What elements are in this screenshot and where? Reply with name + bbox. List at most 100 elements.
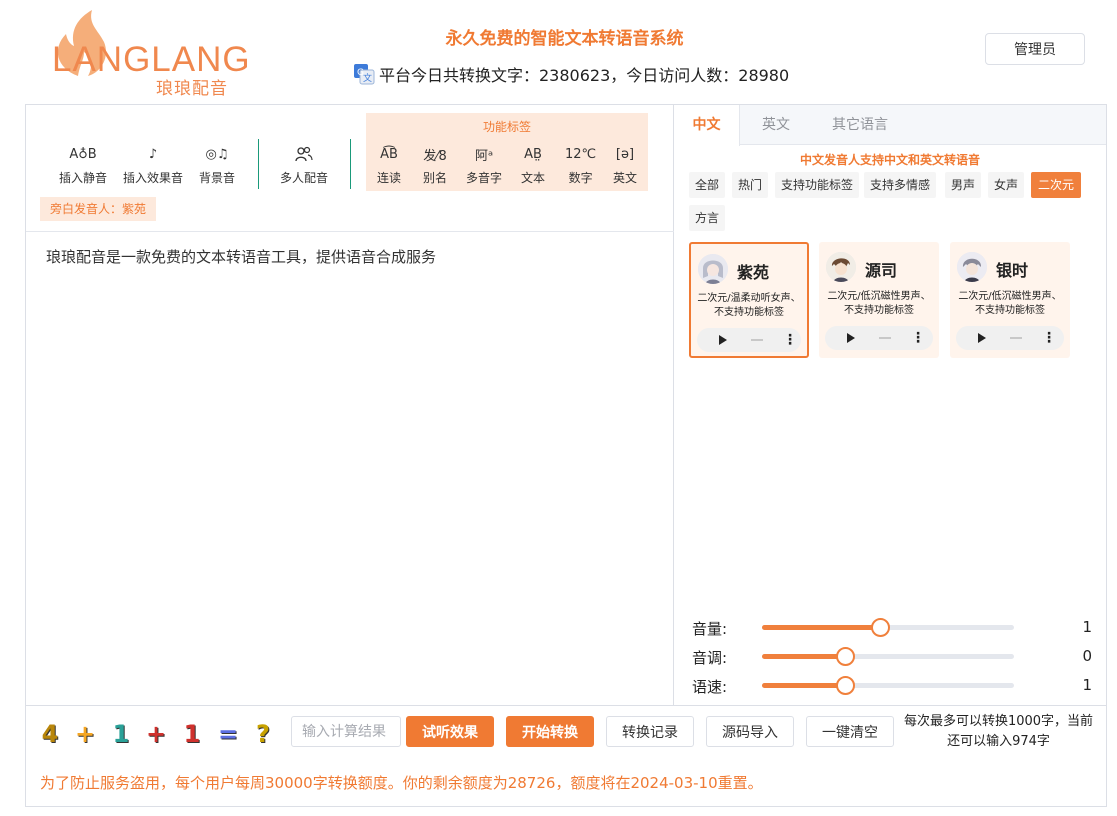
alias-icon: 发⁄8 [423, 148, 447, 164]
tool-label: 多人配音 [280, 171, 329, 185]
input-limit-note: 每次最多可以转换1000字，当前还可以输入974字 [903, 714, 1094, 749]
volume-slider-row: 音量: 1 [692, 616, 1092, 638]
tool-label: 多音字 [466, 171, 503, 185]
volume-slider[interactable] [762, 618, 1014, 637]
toolbar-divider [350, 139, 351, 189]
category-all[interactable]: 全部 [689, 172, 726, 198]
voice-name: 源司 [865, 261, 898, 280]
category-anime[interactable]: 二次元 [1031, 172, 1082, 198]
main-panel: A♁B 插入静音 ♪ 插入效果音 ◎♫ 背景音 多人配音 功能标签 A͡B 连读… [25, 104, 1107, 807]
tool-label: 英文 [613, 171, 638, 185]
speed-slider-row: 语速: 1 [692, 674, 1092, 696]
volume-thumb[interactable] [871, 618, 890, 637]
tab-other-languages[interactable]: 其它语言 [820, 105, 900, 145]
voice-name: 银时 [996, 261, 1029, 280]
english-icon: [ə] [615, 146, 635, 162]
number-icon: 12℃ [565, 146, 597, 162]
category-multi-emotion[interactable]: 支持多情感 [864, 172, 937, 198]
import-button[interactable]: 源码导入 [706, 716, 794, 747]
preview-button[interactable]: 试听效果 [406, 716, 494, 747]
text-tag-button[interactable]: AB̤ 文本 [521, 143, 545, 186]
captcha-digit-icon: 1 [183, 720, 201, 748]
history-button[interactable]: 转换记录 [606, 716, 694, 747]
number-tag-button[interactable]: 12℃ 数字 [565, 143, 596, 186]
progress-bar[interactable] [879, 337, 891, 339]
pitch-slider[interactable] [762, 647, 1014, 666]
progress-bar[interactable] [751, 339, 763, 341]
svg-text:文: 文 [363, 72, 372, 84]
background-music-icon: ◎♫ [205, 146, 229, 162]
voice-card[interactable]: 源司 二次元/低沉磁性男声、 不支持功能标签 ⋮ [819, 242, 939, 358]
english-tag-button[interactable]: [ə] 英文 [613, 143, 637, 186]
speed-thumb[interactable] [836, 676, 855, 695]
tool-label: 别名 [423, 171, 448, 185]
speed-label: 语速: [692, 678, 728, 696]
multi-speaker-button[interactable]: 多人配音 [280, 143, 328, 186]
page-title: 永久免费的智能文本转语音系统 [445, 29, 684, 49]
avatar [826, 252, 856, 282]
category-male[interactable]: 男声 [945, 172, 982, 198]
category-dialect[interactable]: 方言 [689, 205, 726, 231]
polyphone-tag-button[interactable]: 阿ᵃ 多音字 [466, 143, 502, 186]
captcha-digit-icon: 4 [41, 720, 59, 748]
liaison-icon: A͡B [380, 146, 398, 162]
tool-label: 连读 [377, 171, 402, 185]
pitch-thumb[interactable] [836, 647, 855, 666]
insert-silence-button[interactable]: A♁B 插入静音 [59, 143, 107, 186]
category-hot[interactable]: 热门 [732, 172, 769, 198]
editor-toolbar: A♁B 插入静音 ♪ 插入效果音 ◎♫ 背景音 多人配音 功能标签 A͡B 连读… [26, 105, 674, 232]
captcha-equals-icon: = [217, 720, 239, 748]
admin-button[interactable]: 管理员 [985, 33, 1085, 65]
voice-description: 二次元/低沉磁性男声、 不支持功能标签 [958, 291, 1062, 316]
more-options-icon[interactable]: ⋮ [783, 333, 797, 347]
clear-button[interactable]: 一键清空 [806, 716, 894, 747]
progress-bar[interactable] [1010, 337, 1022, 339]
play-icon[interactable] [978, 333, 986, 343]
function-tags-group: 功能标签 A͡B 连读 发⁄8 别名 阿ᵃ 多音字 AB̤ 文本 12℃ 数字 … [366, 113, 648, 191]
category-function-tags[interactable]: 支持功能标签 [775, 172, 860, 198]
multi-speaker-icon [295, 143, 313, 165]
insert-effect-button[interactable]: ♪ 插入效果音 [123, 143, 183, 186]
narrator-badge[interactable]: 旁白发音人：紫苑 [40, 197, 157, 221]
function-tags-title: 功能标签 [482, 120, 531, 134]
liaison-tag-button[interactable]: A͡B 连读 [377, 143, 401, 186]
quota-notice: 为了防止服务盗用，每个用户每周30000字转换额度。你的剩余额度为28726，额… [40, 774, 763, 792]
speed-slider[interactable] [762, 676, 1014, 695]
platform-stats: G 文 平台今日共转换文字：2380623，今日访问人数：28980 [353, 62, 789, 86]
speed-value: 1 [1082, 676, 1092, 694]
captcha-answer-input[interactable] [291, 716, 401, 747]
audio-player: ⋮ [825, 326, 933, 350]
audio-player: ⋮ [697, 328, 801, 352]
alias-tag-button[interactable]: 发⁄8 别名 [423, 143, 447, 186]
voice-card[interactable]: 紫苑 二次元/温柔动听女声、 不支持功能标签 ⋮ [689, 242, 809, 358]
polyphone-icon: 阿ᵃ [474, 148, 494, 164]
avatar [698, 254, 728, 284]
category-female[interactable]: 女声 [988, 172, 1025, 198]
voice-description: 二次元/温柔动听女声、 不支持功能标签 [697, 293, 801, 318]
stats-text: 平台今日共转换文字：2380623，今日访问人数：28980 [379, 66, 790, 85]
more-options-icon[interactable]: ⋮ [911, 331, 925, 345]
captcha-plus-icon: + [145, 720, 167, 748]
insert-effect-icon: ♪ [148, 146, 158, 162]
audio-player: ⋮ [956, 326, 1064, 350]
tool-label: 背景音 [199, 171, 236, 185]
site-logo: LANGLANG 琅琅配音 [48, 8, 258, 99]
text-icon: AB̤ [524, 146, 542, 162]
background-music-button[interactable]: ◎♫ 背景音 [199, 143, 235, 186]
text-editor[interactable]: 琅琅配音是一款免费的文本转语音工具，提供语音合成服务 [46, 246, 436, 267]
volume-fill [762, 625, 880, 630]
volume-value: 1 [1082, 618, 1092, 636]
tool-label: 数字 [568, 171, 593, 185]
play-icon[interactable] [719, 335, 727, 345]
avatar [957, 252, 987, 282]
tab-chinese[interactable]: 中文 [674, 105, 740, 146]
convert-button[interactable]: 开始转换 [506, 716, 594, 747]
pitch-slider-row: 音调: 0 [692, 645, 1092, 667]
pitch-value: 0 [1082, 647, 1092, 665]
play-icon[interactable] [847, 333, 855, 343]
tool-label: 插入效果音 [123, 171, 184, 185]
voice-card[interactable]: 银时 二次元/低沉磁性男声、 不支持功能标签 ⋮ [950, 242, 1070, 358]
more-options-icon[interactable]: ⋮ [1042, 331, 1056, 345]
tab-english[interactable]: 英文 [742, 105, 810, 145]
captcha-question-icon: ? [256, 720, 270, 748]
